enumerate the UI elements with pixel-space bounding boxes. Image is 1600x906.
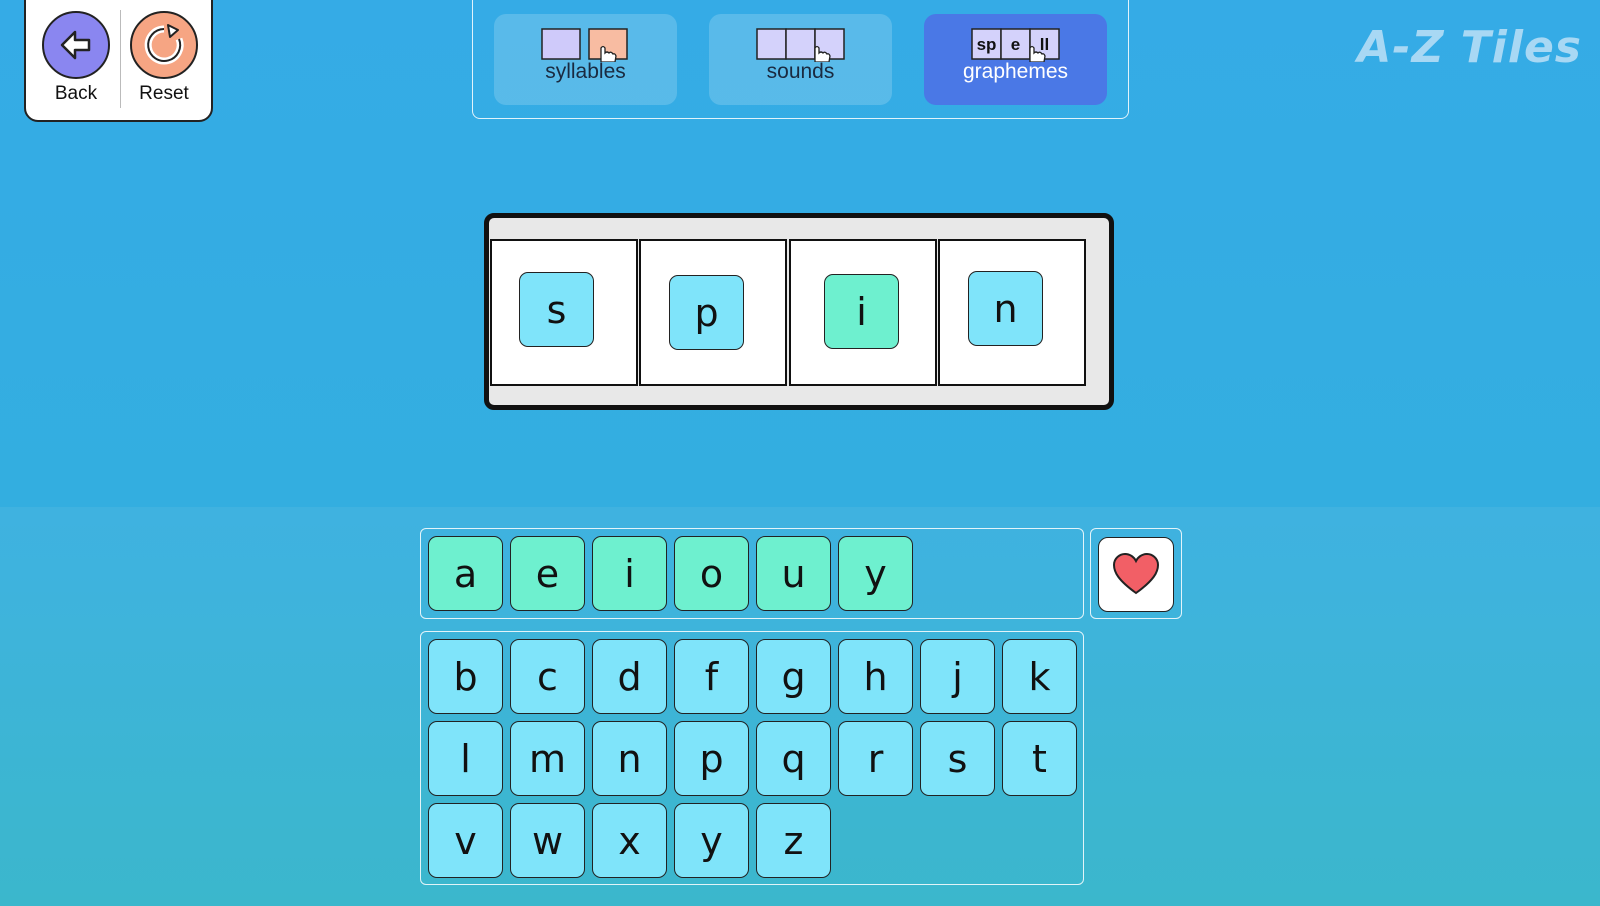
word-tile[interactable]: p bbox=[669, 275, 744, 350]
consonant-tile[interactable]: k bbox=[1002, 639, 1077, 714]
consonant-tile[interactable]: t bbox=[1002, 721, 1077, 796]
word-slot-2[interactable]: p bbox=[639, 239, 787, 386]
vowel-tile[interactable]: e bbox=[510, 536, 585, 611]
consonant-tile[interactable]: f bbox=[674, 639, 749, 714]
consonant-tile[interactable]: w bbox=[510, 803, 585, 878]
grapheme-icon-letter: ll bbox=[1040, 35, 1049, 54]
sounds-mode-icon bbox=[709, 22, 892, 63]
word-slot-3[interactable]: i bbox=[789, 239, 937, 386]
consonant-tile[interactable]: d bbox=[592, 639, 667, 714]
word-tile[interactable]: i bbox=[824, 274, 899, 349]
consonant-tile[interactable]: p bbox=[674, 721, 749, 796]
grapheme-icon-letter: sp bbox=[977, 35, 997, 54]
back-button[interactable]: Back bbox=[40, 11, 112, 115]
consonant-tile[interactable]: c bbox=[510, 639, 585, 714]
consonant-tile[interactable]: m bbox=[510, 721, 585, 796]
reset-label: Reset bbox=[139, 83, 189, 104]
reset-button[interactable]: Reset bbox=[128, 11, 200, 115]
control-panel: Back Reset bbox=[24, 0, 213, 122]
mode-syllables-button[interactable]: syllables bbox=[494, 14, 677, 105]
mode-sounds-button[interactable]: sounds bbox=[709, 14, 892, 105]
consonant-tile[interactable]: s bbox=[920, 721, 995, 796]
word-slot-1[interactable]: s bbox=[490, 239, 638, 386]
arrow-left-icon bbox=[42, 11, 110, 79]
control-divider bbox=[120, 10, 121, 108]
consonant-tile[interactable]: x bbox=[592, 803, 667, 878]
word-frame: s p i n bbox=[484, 213, 1114, 410]
consonant-tile[interactable]: n bbox=[592, 721, 667, 796]
mode-selector: syllables sounds sp e ll graphemes bbox=[472, 0, 1129, 119]
consonant-tile[interactable]: q bbox=[756, 721, 831, 796]
word-tile[interactable]: s bbox=[519, 272, 594, 347]
grapheme-icon-letter: e bbox=[1011, 35, 1020, 54]
syllables-label: syllables bbox=[545, 60, 626, 83]
app-title: A-Z Tiles bbox=[1357, 22, 1582, 73]
consonant-tile[interactable]: j bbox=[920, 639, 995, 714]
syllables-mode-icon bbox=[494, 22, 677, 63]
vowel-tile[interactable]: y bbox=[838, 536, 913, 611]
consonant-tile[interactable]: l bbox=[428, 721, 503, 796]
back-label: Back bbox=[54, 83, 98, 104]
consonant-tile[interactable]: z bbox=[756, 803, 831, 878]
consonant-tile[interactable]: y bbox=[674, 803, 749, 878]
consonant-tile[interactable]: v bbox=[428, 803, 503, 878]
consonant-tile[interactable]: h bbox=[838, 639, 913, 714]
consonant-tile[interactable]: r bbox=[838, 721, 913, 796]
graphemes-label: graphemes bbox=[962, 60, 1069, 83]
consonant-tile[interactable]: g bbox=[756, 639, 831, 714]
vowel-tile[interactable]: a bbox=[428, 536, 503, 611]
refresh-icon bbox=[130, 11, 198, 79]
sounds-label: sounds bbox=[766, 60, 835, 83]
heart-icon bbox=[1112, 552, 1160, 594]
vowel-tile[interactable]: o bbox=[674, 536, 749, 611]
word-tile[interactable]: n bbox=[968, 271, 1043, 346]
word-slot-4[interactable]: n bbox=[938, 239, 1086, 386]
favorite-button[interactable] bbox=[1098, 537, 1174, 612]
vowel-tile[interactable]: i bbox=[592, 536, 667, 611]
consonant-tile[interactable]: b bbox=[428, 639, 503, 714]
mode-graphemes-button[interactable]: sp e ll graphemes bbox=[924, 14, 1107, 105]
vowel-tile[interactable]: u bbox=[756, 536, 831, 611]
graphemes-mode-icon: sp e ll bbox=[924, 22, 1107, 63]
